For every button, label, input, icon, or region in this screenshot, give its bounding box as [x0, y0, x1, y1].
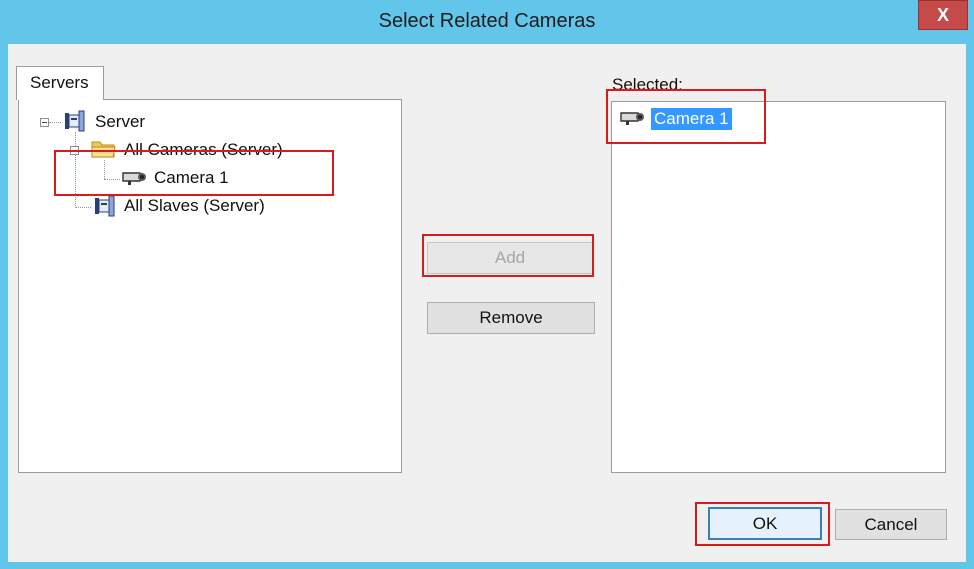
ok-button[interactable]: OK [708, 507, 822, 540]
collapse-cameras-toggle[interactable] [70, 146, 79, 155]
cancel-button[interactable]: Cancel [835, 509, 947, 540]
tree-connector [104, 179, 120, 180]
remove-button[interactable]: Remove [427, 302, 595, 334]
dialog-window: Select Related Cameras X Servers Server … [0, 0, 974, 569]
selected-camera-label: Camera 1 [651, 108, 732, 130]
tree-connector [104, 160, 105, 179]
folder-icon [91, 141, 116, 158]
dialog-title: Select Related Cameras [378, 10, 596, 32]
server-icon [95, 195, 115, 217]
tree-connector [49, 122, 61, 123]
camera-icon [122, 172, 146, 185]
add-button[interactable]: Add [427, 242, 593, 274]
server-tree[interactable]: Server All Cameras (Server) Camera 1 All… [18, 99, 402, 473]
camera-icon [620, 112, 644, 125]
close-button[interactable]: X [918, 0, 968, 30]
selected-list[interactable]: Camera 1 [611, 101, 946, 473]
tree-node-all-cameras[interactable]: All Cameras (Server) [124, 140, 283, 160]
title-bar[interactable]: Select Related Cameras X [0, 0, 974, 44]
tree-connector [75, 132, 76, 208]
selected-label: Selected: [612, 75, 683, 94]
tree-node-camera[interactable]: Camera 1 [154, 168, 229, 188]
tab-servers[interactable]: Servers [16, 66, 104, 100]
tree-connector [75, 207, 91, 208]
server-icon [65, 110, 85, 132]
tree-node-server[interactable]: Server [95, 112, 145, 132]
tree-node-all-slaves[interactable]: All Slaves (Server) [124, 196, 265, 216]
collapse-server-toggle[interactable] [40, 118, 49, 127]
